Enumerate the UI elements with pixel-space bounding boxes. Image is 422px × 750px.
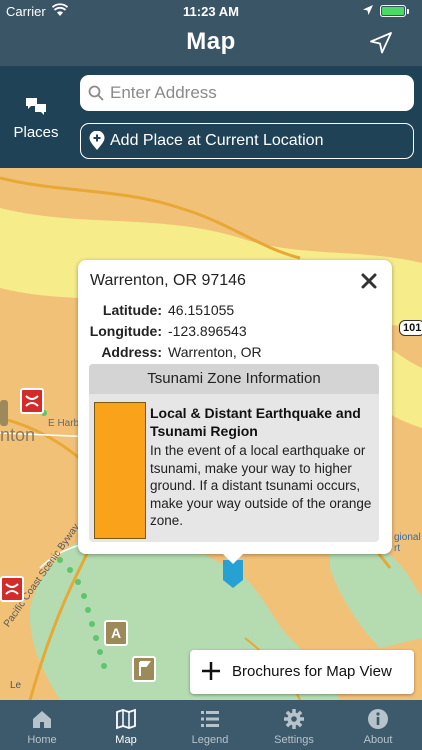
latitude-value: 46.151055 — [168, 302, 235, 318]
gear-icon — [284, 709, 304, 729]
location-pin-icon[interactable] — [221, 560, 245, 590]
flag-icon — [139, 661, 151, 676]
add-place-label: Add Place at Current Location — [110, 132, 324, 149]
battery-icon — [380, 5, 406, 17]
location-services-icon — [363, 5, 373, 15]
address-value: Warrenton, OR — [168, 344, 262, 360]
tab-home[interactable]: Home — [0, 700, 84, 750]
brochures-button[interactable]: Brochures for Map View — [190, 650, 414, 694]
info-marker[interactable] — [0, 400, 8, 426]
longitude-value: -123.896543 — [168, 323, 247, 339]
longitude-label: Longitude: — [89, 323, 162, 339]
locate-me-icon[interactable] — [368, 30, 394, 56]
brochures-label: Brochures for Map View — [232, 663, 392, 680]
zone-description: In the event of a local earthquake or ts… — [150, 443, 372, 528]
tab-label: Map — [115, 734, 137, 746]
hazard-icon — [25, 395, 39, 407]
address-search-input[interactable] — [110, 79, 406, 107]
popup-pointer — [222, 553, 244, 564]
clock: 11:23 AM — [183, 4, 239, 19]
tab-about[interactable]: About — [336, 700, 420, 750]
plus-icon — [202, 662, 220, 680]
search-icon — [88, 85, 104, 101]
letter-marker[interactable]: A — [104, 620, 128, 646]
address-row: Address: Warrenton, OR — [88, 344, 262, 360]
map-label-town: nton — [0, 425, 36, 445]
chat-bubbles-icon — [26, 98, 46, 115]
zone-color-swatch — [94, 402, 146, 539]
legend-icon — [201, 711, 219, 727]
latitude-row: Latitude: 46.151055 — [88, 302, 234, 318]
status-bar: Carrier 11:23 AM — [0, 0, 422, 22]
tab-label: About — [363, 734, 393, 746]
tab-settings[interactable]: Settings — [252, 700, 336, 750]
tab-label: Settings — [274, 734, 314, 746]
tab-legend[interactable]: Legend — [168, 700, 252, 750]
popup-title: Warrenton, OR 97146 — [90, 272, 246, 289]
close-icon[interactable] — [360, 272, 378, 290]
search-panel: Places Add Place at Current Location — [0, 66, 422, 168]
longitude-row: Longitude: -123.896543 — [88, 323, 247, 339]
tsunami-zone-panel: Tsunami Zone Information Local & Distant… — [89, 364, 379, 542]
tab-label: Legend — [191, 734, 229, 746]
location-info-popup: Warrenton, OR 97146 Latitude: 46.151055 L… — [78, 260, 392, 554]
add-pin-icon — [89, 131, 105, 150]
hazard-marker[interactable] — [20, 388, 44, 414]
page-title: Map — [186, 28, 236, 55]
address-label: Address: — [101, 344, 162, 360]
marker-letter: A — [110, 625, 122, 641]
hazard-icon — [5, 583, 19, 595]
flag-marker[interactable] — [132, 656, 156, 682]
latitude-label: Latitude: — [102, 302, 162, 318]
map-label-street: E Harb — [48, 418, 80, 429]
map-icon — [116, 708, 136, 730]
home-icon — [33, 711, 51, 728]
map-label-airport: gional rt — [394, 532, 421, 554]
address-search-box[interactable] — [80, 75, 414, 111]
zone-header: Tsunami Zone Information — [89, 364, 379, 394]
add-place-button[interactable]: Add Place at Current Location — [80, 123, 414, 159]
places-label: Places — [13, 124, 59, 141]
hazard-marker[interactable] — [0, 576, 24, 602]
places-button[interactable]: Places — [6, 96, 66, 148]
tab-label: Home — [27, 734, 57, 746]
tab-bar: Home Map Legend Settings About — [0, 700, 422, 750]
battery-cap — [407, 9, 409, 14]
navigation-bar: Map — [0, 22, 422, 66]
info-icon — [368, 709, 388, 729]
tab-map[interactable]: Map — [84, 700, 168, 750]
map-legal-label: Le — [10, 680, 22, 691]
map-label-route-101: 101 — [399, 320, 422, 336]
zone-title: Local & Distant Earthquake and Tsunami R… — [150, 405, 361, 439]
